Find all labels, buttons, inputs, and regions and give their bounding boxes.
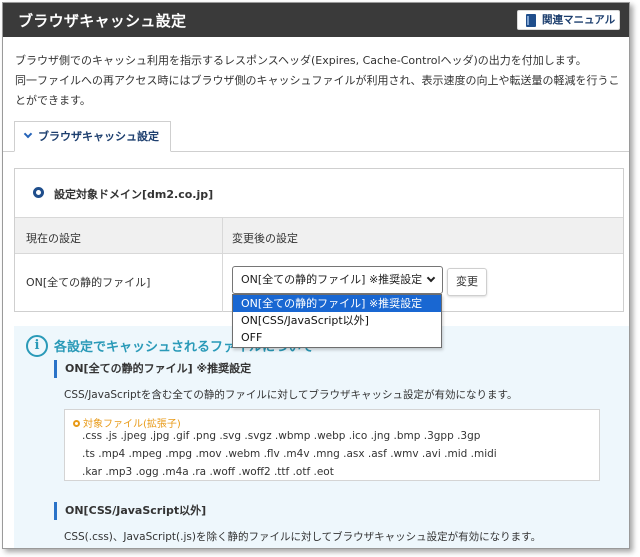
section-heading: ON[全ての静的ファイル] ※推奨設定 xyxy=(54,360,251,378)
related-manual-button[interactable]: 関連マニュアル xyxy=(517,10,620,30)
dropdown-option-off[interactable]: OFF xyxy=(233,329,441,346)
related-manual-label: 関連マニュアル xyxy=(542,14,616,26)
description-line-3: とができます。 xyxy=(15,94,91,107)
target-domain-label: 設定対象ドメイン[dm2.co.jp] xyxy=(54,188,214,201)
description-line-1: ブラウザ側でのキャッシュ利用を指示するレスポンスヘッダ(Expires, Cac… xyxy=(15,54,587,67)
column-header-new: 変更後の設定 xyxy=(232,232,298,245)
select-value: ON[全ての静的ファイル] ※推奨設定 xyxy=(241,273,423,286)
tab-browser-cache[interactable]: ブラウザキャッシュ設定 xyxy=(14,121,171,152)
dropdown-option-except-css-js[interactable]: ON[CSS/JavaScript以外] xyxy=(233,312,441,329)
chevron-down-icon xyxy=(23,129,33,139)
page-header: ブラウザキャッシュ設定 関連マニュアル xyxy=(3,3,629,37)
domain-row: 設定対象ドメイン[dm2.co.jp] xyxy=(15,169,623,217)
settings-table-header: 現在の設定 変更後の設定 xyxy=(15,217,623,254)
description-line-2: 同一ファイルへの再アクセス時にはブラウザ側のキャッシュファイルが利用され、表示速… xyxy=(15,74,620,87)
current-setting-value: ON[全ての静的ファイル] xyxy=(26,276,151,289)
info-panel: i 各設定でキャッシュされるファイルについて ON[全ての静的ファイル] ※推奨… xyxy=(14,326,629,548)
section-description: CSS/JavaScriptを含む全ての静的ファイルに対してブラウザキャッシュ設… xyxy=(64,389,518,401)
column-divider xyxy=(222,217,223,312)
book-icon xyxy=(526,14,536,27)
section-description: CSS(.css)、JavaScript(.js)を除く静的ファイルに対してブラ… xyxy=(64,531,542,543)
settings-card: 設定対象ドメイン[dm2.co.jp] 現在の設定 変更後の設定 ON[全ての静… xyxy=(14,168,624,312)
dropdown-option-all-static[interactable]: ON[全ての静的ファイル] ※推奨設定 xyxy=(233,295,441,312)
bullet-circle-icon xyxy=(33,187,44,198)
extension-line-2: .ts .mp4 .mpeg .mpg .mov .webm .flv .m4v… xyxy=(82,448,497,460)
change-button[interactable]: 変更 xyxy=(447,268,487,296)
extension-line-1: .css .js .jpeg .jpg .gif .png .svg .svgz… xyxy=(82,430,481,442)
circle-icon xyxy=(73,420,80,427)
window-frame: ブラウザキャッシュ設定 関連マニュアル ブラウザ側でのキャッシュ利用を指示するレ… xyxy=(2,2,630,549)
extension-list-box: 対象ファイル(拡張子) .css .js .jpeg .jpg .gif .pn… xyxy=(64,409,600,481)
tab-label: ブラウザキャッシュ設定 xyxy=(38,130,159,143)
page-title: ブラウザキャッシュ設定 xyxy=(18,12,187,30)
extension-label: 対象ファイル(拡張子) xyxy=(73,415,181,430)
section-heading: ON[CSS/JavaScript以外] xyxy=(54,502,206,520)
page-description: ブラウザ側でのキャッシュ利用を指示するレスポンスヘッダ(Expires, Cac… xyxy=(15,51,625,111)
column-header-current: 現在の設定 xyxy=(26,232,81,245)
cache-setting-select[interactable]: ON[全ての静的ファイル] ※推奨設定 xyxy=(232,266,443,294)
extension-label-text: 対象ファイル(拡張子) xyxy=(83,419,181,430)
info-icon: i xyxy=(26,335,48,357)
chevron-down-icon xyxy=(426,273,436,283)
cache-setting-dropdown[interactable]: ON[全ての静的ファイル] ※推奨設定 ON[CSS/JavaScript以外]… xyxy=(232,294,442,348)
extension-line-3: .kar .mp3 .ogg .m4a .ra .woff .woff2 .tt… xyxy=(82,466,334,478)
